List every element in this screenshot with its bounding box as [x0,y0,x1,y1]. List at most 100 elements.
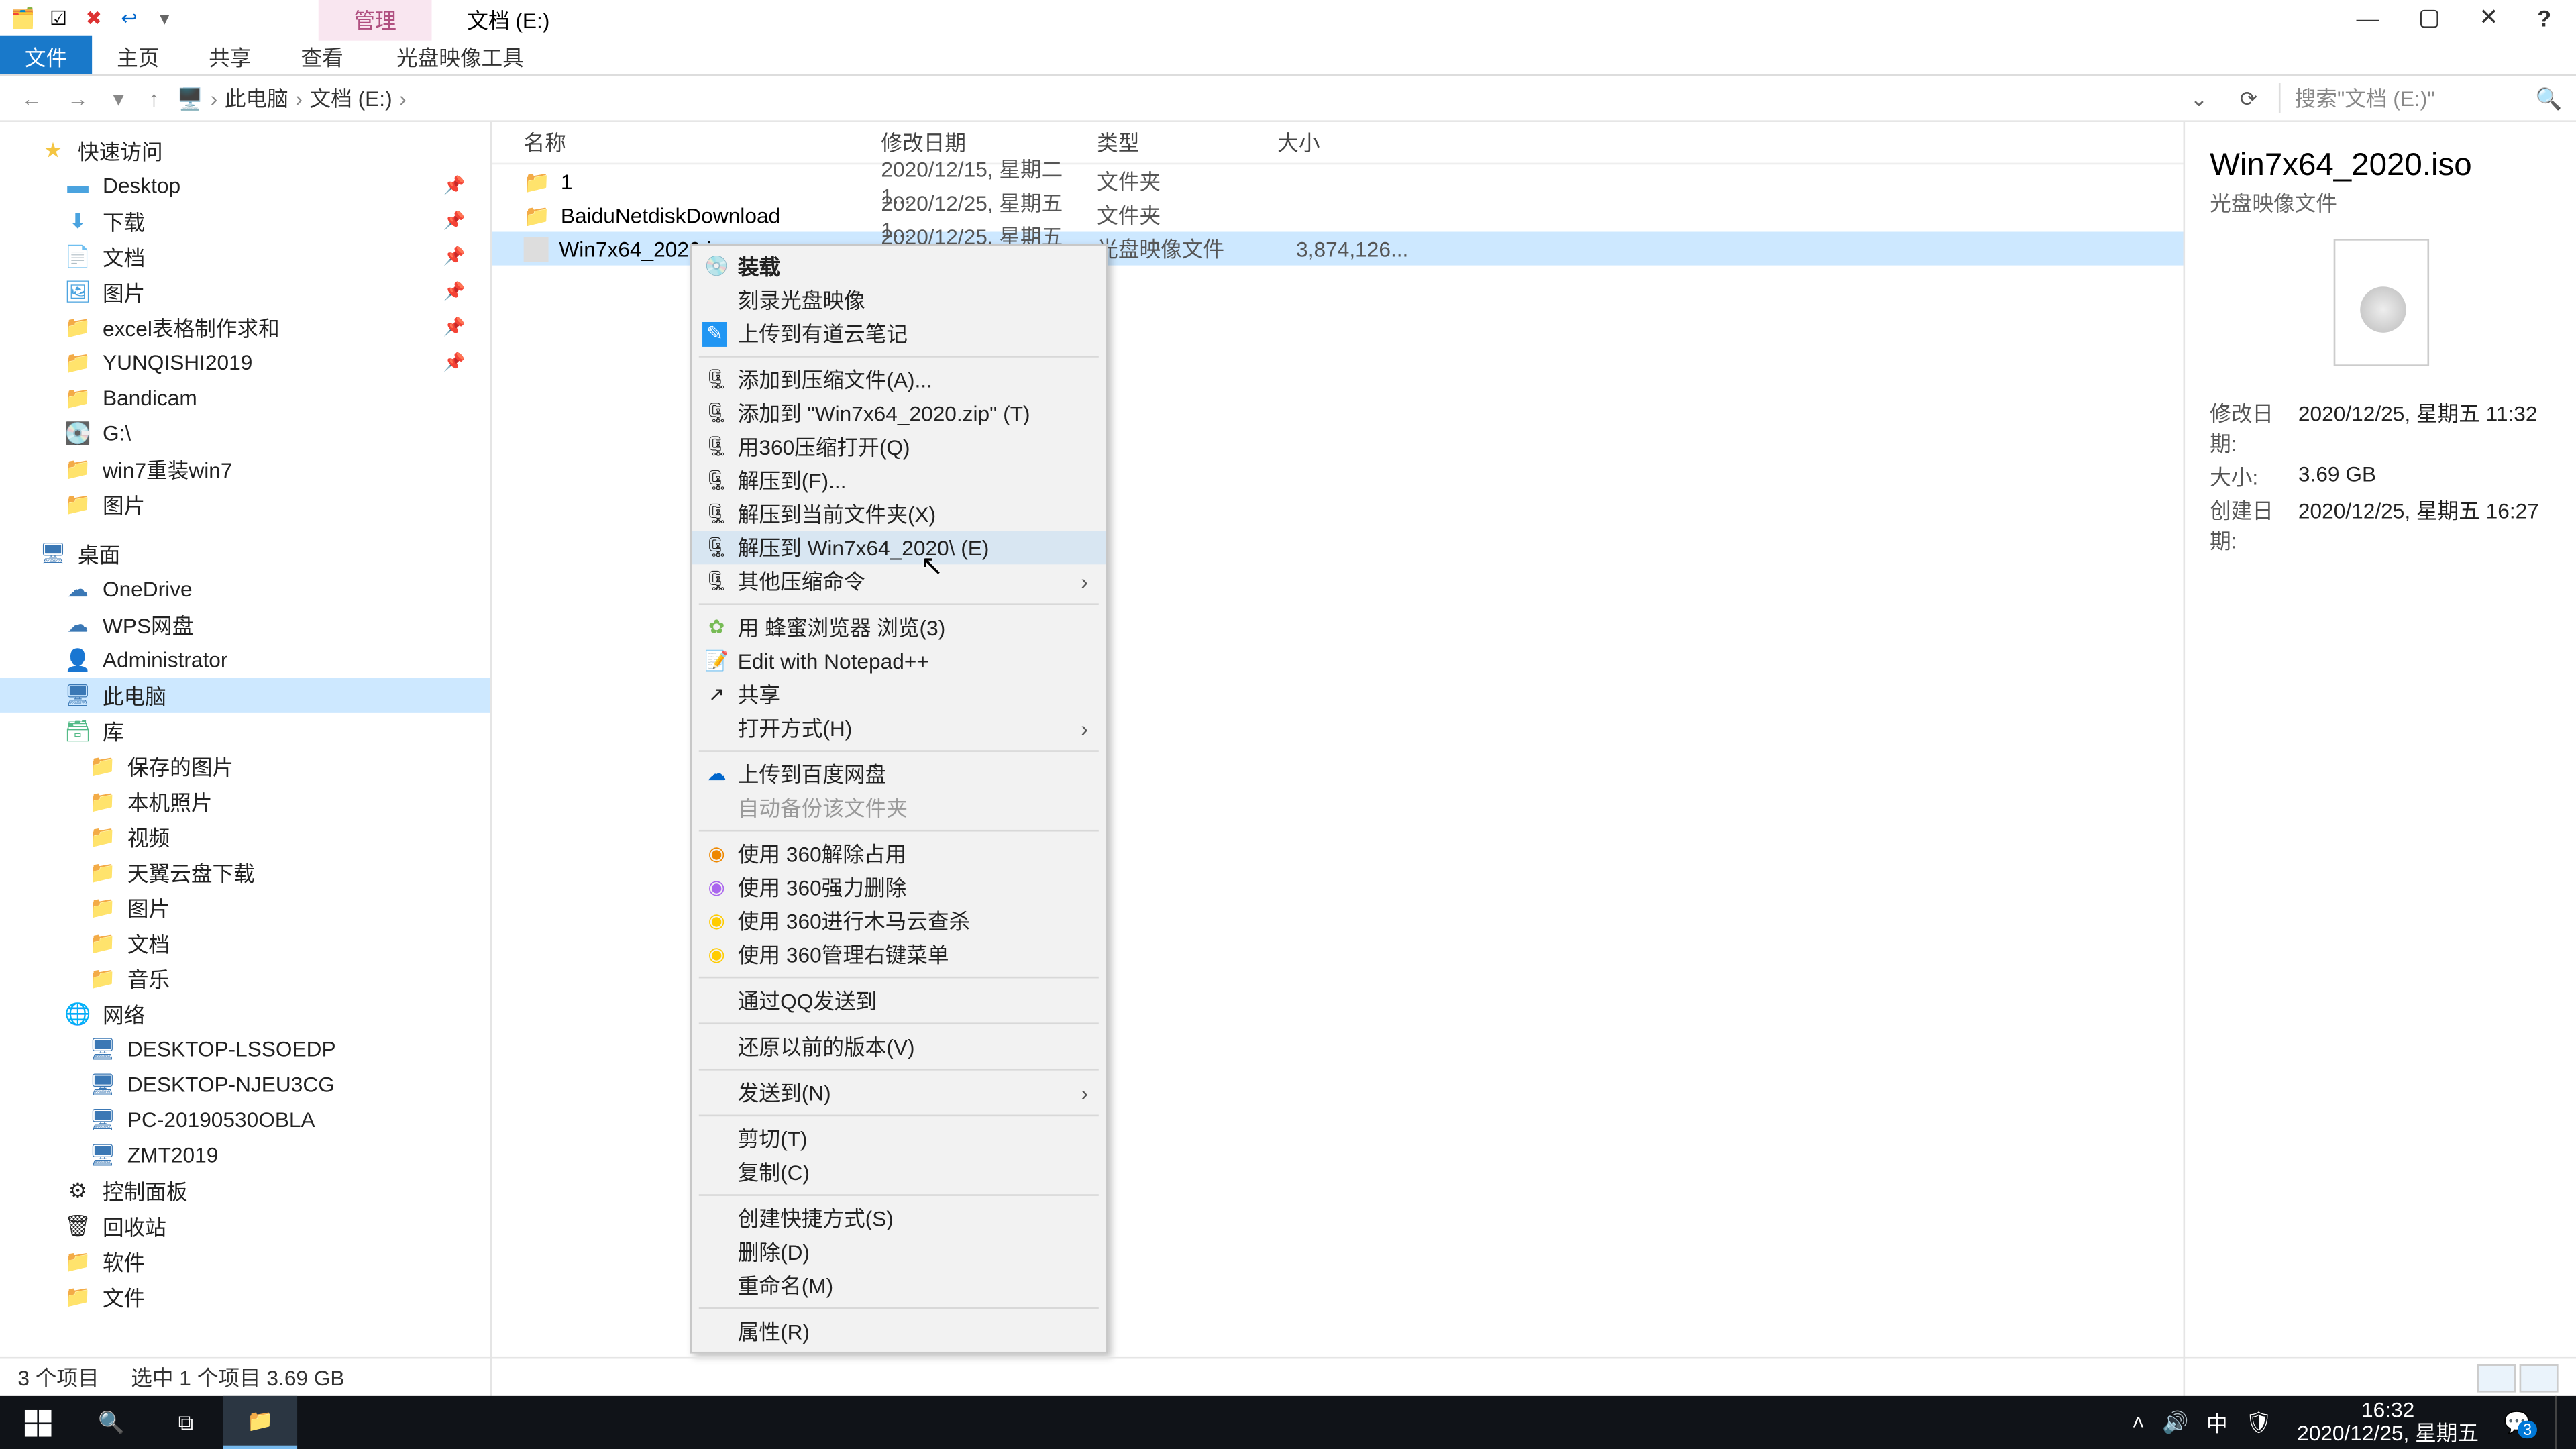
tree-downloads[interactable]: ⬇下载📌 [0,203,490,239]
refresh-button[interactable]: ⟳ [2229,86,2268,111]
tree-desktop-lss[interactable]: 🖥DESKTOP-LSSOEDP [0,1032,490,1067]
tree-docs3[interactable]: 📁文档 [0,925,490,961]
crumb-folder[interactable]: 文档 (E:) [310,83,392,113]
ctx-mount[interactable]: 💿装载 [692,250,1106,283]
chevron-right-icon[interactable]: › [211,86,218,111]
ctx-open-with[interactable]: 打开方式(H)› [692,711,1106,745]
ctx-send-to[interactable]: 发送到(N)› [692,1076,1106,1110]
nav-up-button[interactable]: ↑ [142,86,166,111]
tab-home[interactable]: 主页 [92,36,184,74]
chevron-right-icon[interactable]: › [295,86,303,111]
tree-software[interactable]: 📁软件 [0,1244,490,1279]
ctx-upload-baidu[interactable]: ☁上传到百度网盘 [692,757,1106,791]
col-type[interactable]: 类型 [1097,127,1277,158]
ctx-add-zip[interactable]: 🗜添加到 "Win7x64_2020.zip" (T) [692,396,1106,430]
file-row[interactable]: 📁1 2020/12/15, 星期二 1... 文件夹 [492,164,2183,198]
nav-back-button[interactable]: ← [14,86,50,111]
tree-wps[interactable]: ☁WPS网盘 [0,607,490,643]
tree-desktop-root[interactable]: 🖥桌面 [0,536,490,572]
nav-forward-button[interactable]: → [60,86,96,111]
ctx-extract-here[interactable]: 🗜解压到当前文件夹(X) [692,497,1106,531]
tree-zmt[interactable]: 🖥ZMT2019 [0,1138,490,1173]
col-size[interactable]: 大小 [1277,127,1419,158]
tree-saved-pics[interactable]: 📁保存的图片 [0,749,490,784]
ctx-extract-named[interactable]: 🗜解压到 Win7x64_2020\ (E) [692,531,1106,564]
maximize-button[interactable]: ▢ [2418,3,2440,32]
task-view-button[interactable]: ⧉ [149,1396,223,1449]
tree-videos[interactable]: 📁视频 [0,819,490,855]
ctx-cut[interactable]: 剪切(T) [692,1122,1106,1155]
ctx-copy[interactable]: 复制(C) [692,1155,1106,1189]
ctx-shortcut[interactable]: 创建快捷方式(S) [692,1201,1106,1235]
tree-pictures[interactable]: 🖼图片📌 [0,274,490,310]
tree-excel[interactable]: 📁excel表格制作求和📌 [0,310,490,345]
qat-undo-icon[interactable]: ↩ [117,5,142,30]
col-name[interactable]: 名称 [492,127,881,158]
search-icon[interactable]: 🔍 [2535,86,2561,111]
view-large-button[interactable] [2520,1363,2559,1391]
tab-share[interactable]: 共享 [184,36,276,74]
tree-admin[interactable]: 👤Administrator [0,642,490,678]
ctx-send-qq[interactable]: 通过QQ发送到 [692,983,1106,1017]
show-desktop-button[interactable] [2555,1396,2565,1449]
taskbar-clock[interactable]: 16:32 2020/12/25, 星期五 [2297,1399,2479,1446]
ctx-browse-bee[interactable]: ✿用 蜂蜜浏览器 浏览(3) [692,610,1106,644]
minimize-button[interactable]: — [2357,5,2379,32]
tree-documents[interactable]: 📄文档📌 [0,239,490,274]
tree-thispc[interactable]: 🖥此电脑 [0,678,490,713]
tree-music[interactable]: 📁音乐 [0,961,490,996]
tree-yunqishi[interactable]: 📁YUNQISHI2019📌 [0,345,490,380]
tree-pc2019[interactable]: 🖥PC-20190530OBLA [0,1102,490,1138]
ctx-delete[interactable]: 删除(D) [692,1235,1106,1269]
tree-recycle[interactable]: 🗑回收站 [0,1208,490,1244]
action-center-button[interactable]: 💬3 [2504,1410,2530,1435]
start-button[interactable] [0,1396,74,1449]
tree-files[interactable]: 📁文件 [0,1279,490,1315]
qat-delete-icon[interactable]: ✖ [81,5,106,30]
tree-library[interactable]: 🗃库 [0,713,490,749]
tree-quick-access[interactable]: ★快速访问 [0,133,490,168]
tab-view[interactable]: 查看 [276,36,368,74]
tray-security-icon[interactable]: 🛡 [2245,1410,2272,1435]
file-row[interactable]: 📁BaiduNetdiskDownload 2020/12/25, 星期五 1.… [492,198,2183,231]
address-dropdown-icon[interactable]: ⌄ [2190,86,2218,111]
tree-camera-roll[interactable]: 📁本机照片 [0,784,490,819]
crumb-thispc[interactable]: 此电脑 [225,83,288,113]
ctx-rename[interactable]: 重命名(M) [692,1269,1106,1302]
col-date[interactable]: 修改日期 [881,127,1097,158]
view-details-button[interactable] [2477,1363,2516,1391]
tree-pics3[interactable]: 📁图片 [0,890,490,926]
chevron-right-icon[interactable]: › [399,86,407,111]
ctx-share[interactable]: ↗共享 [692,678,1106,711]
ctx-360-manage[interactable]: ◉使用 360管理右键菜单 [692,938,1106,971]
ctx-360-trojan[interactable]: ◉使用 360进行木马云查杀 [692,904,1106,938]
nav-recent-dropdown[interactable]: ▾ [106,86,131,111]
ctx-open-360zip[interactable]: 🗜用360压缩打开(Q) [692,430,1106,464]
ctx-burn[interactable]: 刻录光盘映像 [692,283,1106,317]
tree-win7[interactable]: 📁win7重装win7 [0,451,490,487]
close-button[interactable]: ✕ [2479,3,2498,32]
tree-desktop-nje[interactable]: 🖥DESKTOP-NJEU3CG [0,1067,490,1102]
tree-desktop[interactable]: ▬Desktop📌 [0,168,490,204]
ctx-properties[interactable]: 属性(R) [692,1315,1106,1348]
breadcrumb[interactable]: 🖥️ › 此电脑 › 文档 (E:) › ⌄ [177,83,2218,113]
qat-dropdown-icon[interactable]: ▾ [152,5,177,30]
tab-file[interactable]: 文件 [0,36,92,74]
tab-iso-tools[interactable]: 光盘映像工具 [372,36,549,74]
tray-volume-icon[interactable]: 🔊 [2162,1410,2188,1435]
tray-chevron-up-icon[interactable]: ˄ [2132,1410,2145,1435]
ctx-restore-prev[interactable]: 还原以前的版本(V) [692,1030,1106,1063]
tray-ime-icon[interactable]: 中 [2206,1407,2228,1438]
tree-onedrive[interactable]: ☁OneDrive [0,572,490,607]
tree-gdrive[interactable]: 💽G:\ [0,416,490,451]
search-box[interactable]: 搜索"文档 (E:)" 🔍 [2279,83,2562,113]
ctx-upload-youdao[interactable]: ✎上传到有道云笔记 [692,317,1106,350]
tree-pictures2[interactable]: 📁图片 [0,486,490,522]
ctx-360-force-del[interactable]: ◉使用 360强力删除 [692,871,1106,904]
tree-tianyi[interactable]: 📁天翼云盘下载 [0,855,490,890]
ctx-other-zip[interactable]: 🗜其他压缩命令› [692,564,1106,598]
ctx-notepad[interactable]: 📝Edit with Notepad++ [692,644,1106,678]
ctx-add-archive[interactable]: 🗜添加到压缩文件(A)... [692,363,1106,396]
ctx-360-unlock[interactable]: ◉使用 360解除占用 [692,837,1106,870]
explorer-taskbar-button[interactable]: 📁 [223,1396,297,1449]
